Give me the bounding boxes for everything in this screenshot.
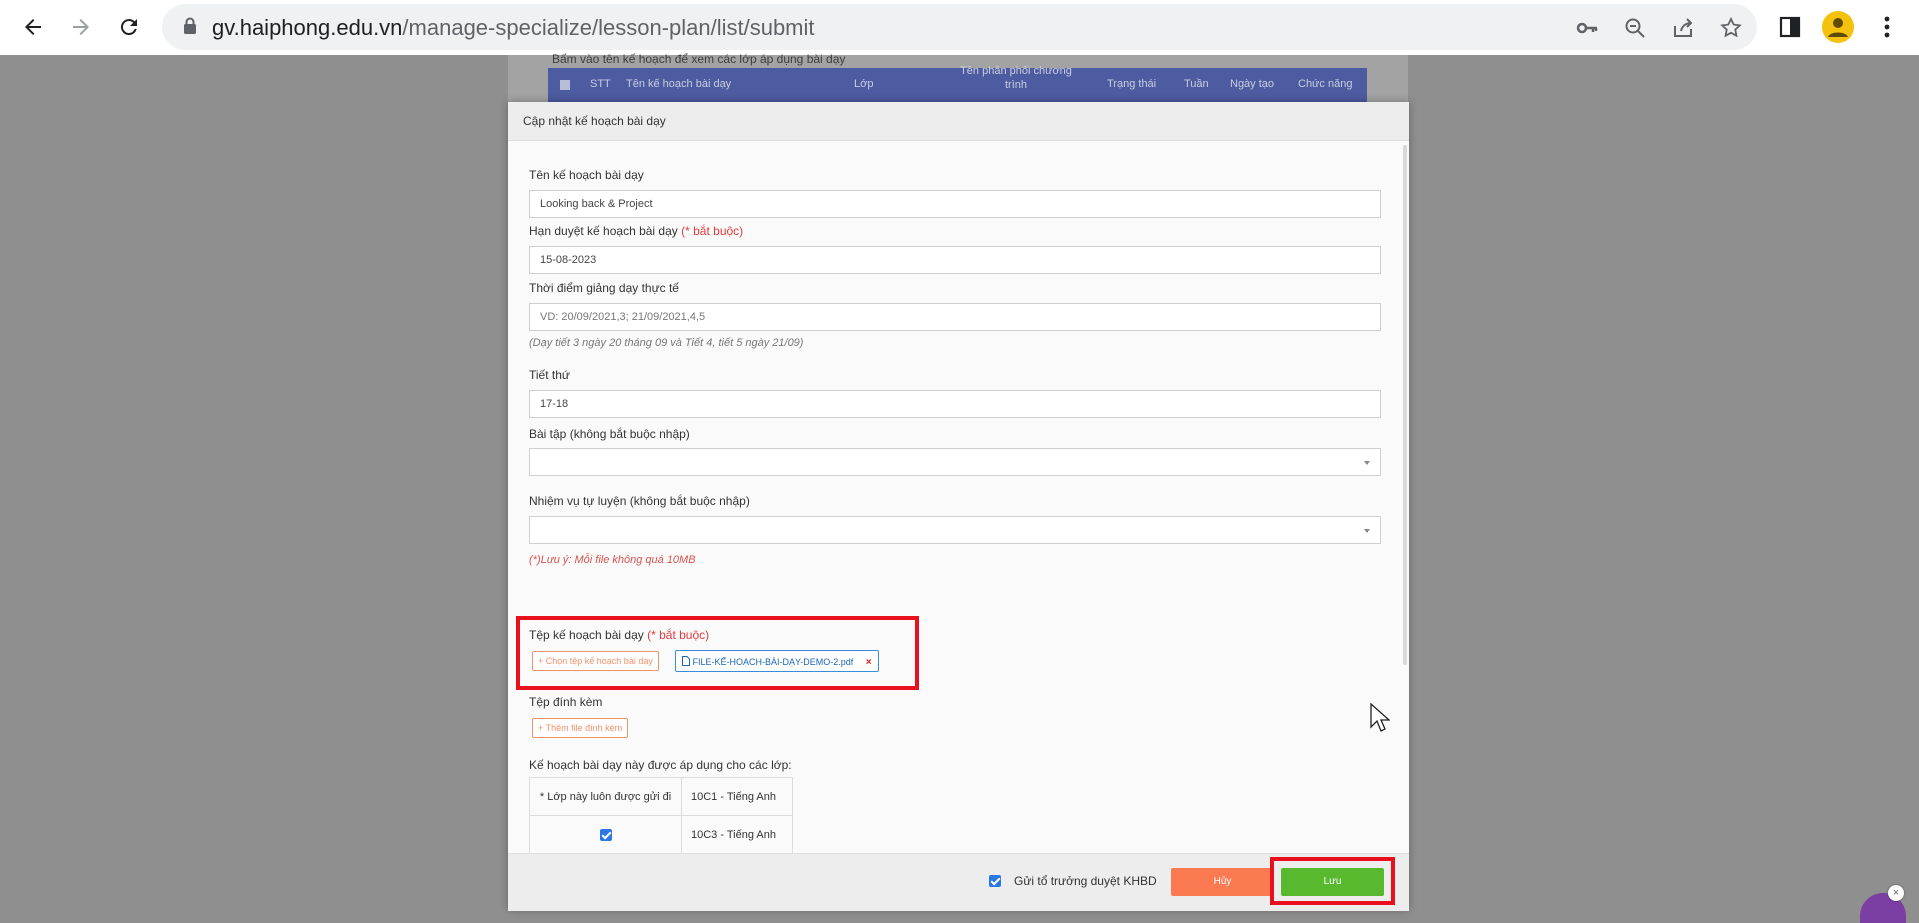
modal-scrollbar[interactable] [1403, 145, 1407, 665]
exercise-select[interactable] [529, 448, 1381, 476]
background-table-header: STT Tên kế hoạch bài dạy Lớp Tên phân ph… [548, 65, 1367, 104]
url-text: gv.haiphong.edu.vn/manage-specialize/les… [212, 15, 815, 40]
modal-header: Cập nhật kế hoạch bài dạy [508, 102, 1409, 141]
self-study-label: Nhiệm vụ tự luyện (không bắt buộc nhập) [529, 494, 750, 508]
send-to-head-label: Gửi tổ trưởng duyệt KHBD [1014, 874, 1157, 888]
teaching-time-label: Thời điểm giảng dạy thực tế [529, 281, 679, 295]
menu-kebab-icon[interactable] [1870, 10, 1904, 44]
header-created: Ngày tạo [1230, 78, 1275, 90]
header-program: Tên phân phối chương trình [960, 65, 1072, 91]
table-row: * Lớp này luôn được gửi đi 10C1 - Tiếng … [529, 777, 793, 816]
always-sent-note: * Lớp này luôn được gửi đi [529, 777, 682, 816]
bookmark-star-icon[interactable] [1718, 15, 1744, 41]
header-stt: STT [590, 78, 611, 90]
deadline-input[interactable]: 15-08-2023 [529, 246, 1381, 274]
mouse-cursor-icon [1370, 702, 1391, 738]
side-panel-icon[interactable] [1773, 10, 1807, 44]
header-class: Lớp [854, 78, 874, 90]
chevron-down-icon [1364, 461, 1370, 465]
teaching-time-input[interactable]: VD: 20/09/2021,3; 21/09/2021,4,5 [529, 303, 1381, 331]
deadline-label: Hạn duyệt kế hoạch bài dạy (* bắt buộc) [529, 224, 744, 238]
class-checkbox-cell [529, 815, 682, 853]
header-week: Tuần [1184, 78, 1209, 90]
send-to-head-checkbox[interactable] [989, 875, 1001, 887]
class-checkbox[interactable] [599, 828, 612, 841]
background-hint: Bấm vào tên kế hoạch để xem các lớp áp d… [552, 52, 846, 66]
modal-body: Tên kế hoạch bài dạy Looking back & Proj… [508, 141, 1409, 853]
close-icon[interactable]: × [1888, 885, 1904, 901]
header-actions: Chức năng [1298, 78, 1353, 90]
zoom-out-icon[interactable] [1622, 15, 1648, 41]
classes-table: * Lớp này luôn được gửi đi 10C1 - Tiếng … [529, 777, 793, 853]
chevron-down-icon [1364, 529, 1370, 533]
forward-icon[interactable] [64, 10, 98, 44]
key-icon[interactable] [1574, 15, 1600, 41]
header-checkbox [560, 80, 570, 90]
modal-footer: Gửi tổ trưởng duyệt KHBD Hủy Lưu [508, 853, 1409, 911]
teaching-time-hint: (Dạy tiết 3 ngày 20 tháng 09 và Tiết 4, … [529, 337, 804, 349]
modal-title: Cập nhật kế hoạch bài dạy [523, 114, 666, 128]
header-name: Tên kế hoạch bài dạy [626, 78, 732, 90]
address-bar[interactable]: gv.haiphong.edu.vn/manage-specialize/les… [162, 4, 1757, 50]
update-lesson-plan-modal: Cập nhật kế hoạch bài dạy Tên kế hoạch b… [508, 102, 1409, 911]
profile-avatar-icon[interactable] [1821, 10, 1855, 44]
cancel-button[interactable]: Hủy [1171, 868, 1274, 896]
plan-file-highlight-box [516, 616, 919, 690]
lesson-name-label: Tên kế hoạch bài dạy [529, 168, 644, 182]
class-name: 10C3 - Tiếng Anh [681, 815, 793, 853]
back-icon[interactable] [16, 10, 50, 44]
classes-label: Kế hoạch bài dạy này được áp dụng cho cá… [529, 758, 792, 772]
share-icon[interactable] [1670, 15, 1696, 41]
class-name: 10C1 - Tiếng Anh [681, 777, 793, 816]
add-attachment-button[interactable]: + Thêm file đính kèm [532, 718, 629, 738]
browser-toolbar: gv.haiphong.edu.vn/manage-specialize/les… [0, 0, 1919, 55]
save-highlight-box [1270, 857, 1395, 905]
attachments-label: Tệp đính kèm [529, 695, 603, 709]
header-status: Trạng thái [1107, 78, 1157, 90]
reload-icon[interactable] [112, 10, 146, 44]
lock-icon[interactable] [183, 17, 197, 40]
deadline-required: (* bắt buộc) [681, 224, 744, 238]
self-study-select[interactable] [529, 516, 1381, 544]
period-input[interactable]: 17-18 [529, 390, 1381, 418]
period-label: Tiết thứ [529, 368, 570, 382]
lesson-name-input[interactable]: Looking back & Project [529, 190, 1381, 218]
exercise-label: Bài tập (không bắt buộc nhập) [529, 427, 690, 441]
table-row: 10C3 - Tiếng Anh [529, 815, 793, 853]
file-size-note: (*)Lưu ý: Mỗi file không quá 10MB [529, 554, 696, 566]
